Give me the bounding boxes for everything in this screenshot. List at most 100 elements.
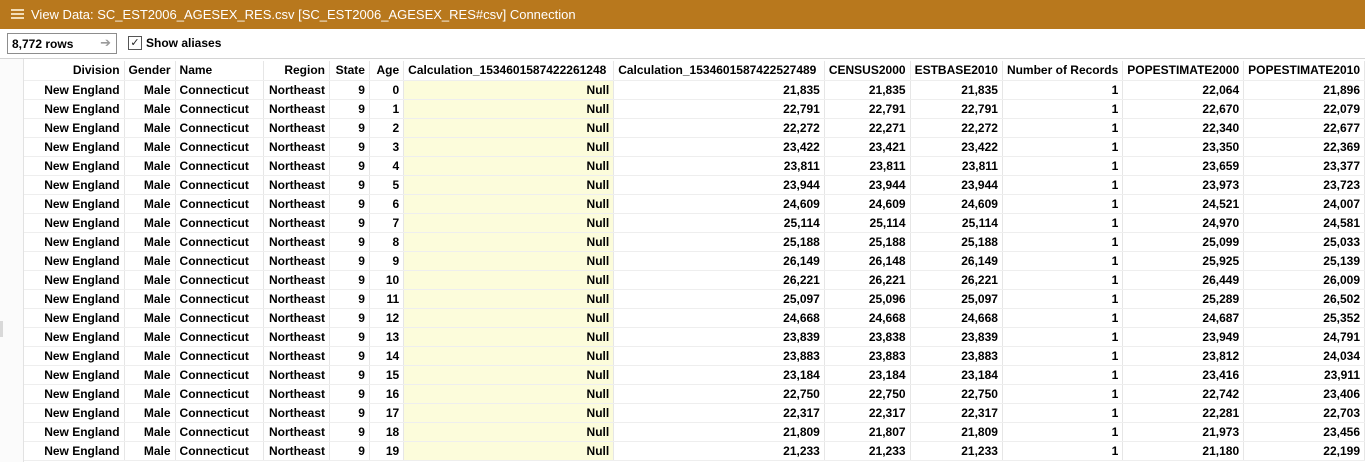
cell-number-of-records[interactable]: 1 bbox=[1002, 403, 1124, 423]
cell-popestimate2000[interactable]: 23,350 bbox=[1122, 137, 1245, 157]
cell-name[interactable]: Connecticut bbox=[175, 156, 265, 176]
cell-calculation-2[interactable]: 23,839 bbox=[613, 327, 825, 347]
cell-division[interactable]: New England bbox=[24, 327, 125, 347]
cell-state[interactable]: 9 bbox=[329, 384, 370, 404]
cell-division[interactable]: New England bbox=[24, 156, 125, 176]
cell-state[interactable]: 9 bbox=[329, 213, 370, 233]
cell-gender[interactable]: Male bbox=[124, 365, 176, 385]
cell-gender[interactable]: Male bbox=[124, 194, 176, 214]
cell-region[interactable]: Northeast bbox=[263, 80, 330, 100]
cell-region[interactable]: Northeast bbox=[263, 118, 330, 138]
cell-region[interactable]: Northeast bbox=[263, 346, 330, 366]
cell-gender[interactable]: Male bbox=[124, 232, 176, 252]
cell-division[interactable]: New England bbox=[24, 270, 125, 290]
table-row[interactable]: New England Male Connecticut Northeast 9 5 Nul… bbox=[24, 175, 1365, 195]
table-row[interactable]: New England Male Connecticut Northeast 9 6 Nul… bbox=[24, 194, 1365, 214]
cell-census2000[interactable]: 23,838 bbox=[824, 327, 911, 347]
cell-age[interactable]: 1 bbox=[369, 99, 405, 119]
cell-calculation-2[interactable]: 23,811 bbox=[613, 156, 825, 176]
cell-state[interactable]: 9 bbox=[329, 441, 370, 461]
cell-age[interactable]: 2 bbox=[369, 118, 405, 138]
cell-estbase2010[interactable]: 22,317 bbox=[910, 403, 1003, 423]
table-row[interactable]: New England Male Connecticut Northeast 9 14 Nu… bbox=[24, 346, 1365, 366]
cell-gender[interactable]: Male bbox=[124, 346, 176, 366]
cell-region[interactable]: Northeast bbox=[263, 232, 330, 252]
column-header-number-of-records[interactable]: Number of Records bbox=[1002, 61, 1124, 81]
cell-estbase2010[interactable]: 21,809 bbox=[910, 422, 1003, 442]
cell-estbase2010[interactable]: 25,114 bbox=[910, 213, 1003, 233]
table-row[interactable]: New England Male Connecticut Northeast 9 15 Nu… bbox=[24, 365, 1365, 385]
cell-division[interactable]: New England bbox=[24, 346, 125, 366]
cell-popestimate2010[interactable]: 22,079 bbox=[1243, 99, 1365, 119]
cell-popestimate2000[interactable]: 24,687 bbox=[1122, 308, 1245, 328]
cell-region[interactable]: Northeast bbox=[263, 327, 330, 347]
cell-popestimate2010[interactable]: 24,791 bbox=[1243, 327, 1365, 347]
cell-gender[interactable]: Male bbox=[124, 289, 176, 309]
cell-popestimate2010[interactable]: 24,007 bbox=[1243, 194, 1365, 214]
cell-popestimate2010[interactable]: 23,406 bbox=[1243, 384, 1365, 404]
cell-number-of-records[interactable]: 1 bbox=[1002, 365, 1124, 385]
table-row[interactable]: New England Male Connecticut Northeast 9 4 Nul… bbox=[24, 156, 1365, 176]
cell-state[interactable]: 9 bbox=[329, 99, 370, 119]
table-row[interactable]: New England Male Connecticut Northeast 9 11 Nu… bbox=[24, 289, 1365, 309]
cell-region[interactable]: Northeast bbox=[263, 99, 330, 119]
cell-estbase2010[interactable]: 26,221 bbox=[910, 270, 1003, 290]
cell-calculation-2[interactable]: 22,272 bbox=[613, 118, 825, 138]
cell-calculation-2[interactable]: 23,422 bbox=[613, 137, 825, 157]
cell-gender[interactable]: Male bbox=[124, 213, 176, 233]
cell-region[interactable]: Northeast bbox=[263, 365, 330, 385]
table-row[interactable]: New England Male Connecticut Northeast 9 0 Nul… bbox=[24, 80, 1365, 100]
cell-name[interactable]: Connecticut bbox=[175, 346, 265, 366]
cell-calculation-1[interactable]: Null bbox=[403, 137, 615, 157]
arrow-right-icon[interactable]: ➔ bbox=[100, 35, 111, 51]
cell-calculation-1[interactable]: Null bbox=[403, 251, 615, 271]
cell-calculation-2[interactable]: 23,883 bbox=[613, 346, 825, 366]
cell-gender[interactable]: Male bbox=[124, 118, 176, 138]
cell-number-of-records[interactable]: 1 bbox=[1002, 270, 1124, 290]
cell-age[interactable]: 0 bbox=[369, 80, 405, 100]
cell-age[interactable]: 12 bbox=[369, 308, 405, 328]
cell-estbase2010[interactable]: 23,811 bbox=[910, 156, 1003, 176]
cell-age[interactable]: 4 bbox=[369, 156, 405, 176]
cell-census2000[interactable]: 23,883 bbox=[824, 346, 911, 366]
cell-estbase2010[interactable]: 23,184 bbox=[910, 365, 1003, 385]
cell-number-of-records[interactable]: 1 bbox=[1002, 289, 1124, 309]
cell-region[interactable]: Northeast bbox=[263, 422, 330, 442]
cell-number-of-records[interactable]: 1 bbox=[1002, 80, 1124, 100]
cell-census2000[interactable]: 23,944 bbox=[824, 175, 911, 195]
cell-number-of-records[interactable]: 1 bbox=[1002, 422, 1124, 442]
cell-calculation-1[interactable]: Null bbox=[403, 80, 615, 100]
cell-number-of-records[interactable]: 1 bbox=[1002, 175, 1124, 195]
cell-popestimate2010[interactable]: 22,199 bbox=[1243, 441, 1365, 461]
table-row[interactable]: New England Male Connecticut Northeast 9 10 Nu… bbox=[24, 270, 1365, 290]
cell-division[interactable]: New England bbox=[24, 194, 125, 214]
table-row[interactable]: New England Male Connecticut Northeast 9 3 Nul… bbox=[24, 137, 1365, 157]
cell-popestimate2000[interactable]: 22,340 bbox=[1122, 118, 1245, 138]
cell-popestimate2000[interactable]: 24,521 bbox=[1122, 194, 1245, 214]
cell-division[interactable]: New England bbox=[24, 80, 125, 100]
cell-age[interactable]: 13 bbox=[369, 327, 405, 347]
cell-region[interactable]: Northeast bbox=[263, 308, 330, 328]
cell-estbase2010[interactable]: 22,791 bbox=[910, 99, 1003, 119]
cell-division[interactable]: New England bbox=[24, 118, 125, 138]
column-header-calculation-1[interactable]: Calculation_1534601587422261248 bbox=[403, 61, 615, 81]
cell-popestimate2000[interactable]: 21,973 bbox=[1122, 422, 1245, 442]
cell-age[interactable]: 15 bbox=[369, 365, 405, 385]
cell-state[interactable]: 9 bbox=[329, 346, 370, 366]
cell-calculation-1[interactable]: Null bbox=[403, 175, 615, 195]
cell-calculation-2[interactable]: 24,609 bbox=[613, 194, 825, 214]
cell-calculation-2[interactable]: 22,791 bbox=[613, 99, 825, 119]
cell-calculation-2[interactable]: 25,097 bbox=[613, 289, 825, 309]
cell-calculation-1[interactable]: Null bbox=[403, 232, 615, 252]
cell-census2000[interactable]: 22,791 bbox=[824, 99, 911, 119]
cell-calculation-2[interactable]: 24,668 bbox=[613, 308, 825, 328]
cell-division[interactable]: New England bbox=[24, 441, 125, 461]
cell-gender[interactable]: Male bbox=[124, 308, 176, 328]
column-header-age[interactable]: Age bbox=[369, 61, 405, 81]
cell-census2000[interactable]: 23,421 bbox=[824, 137, 911, 157]
cell-popestimate2000[interactable]: 21,180 bbox=[1122, 441, 1245, 461]
cell-census2000[interactable]: 26,148 bbox=[824, 251, 911, 271]
cell-popestimate2000[interactable]: 22,742 bbox=[1122, 384, 1245, 404]
table-row[interactable]: New England Male Connecticut Northeast 9 1 Nul… bbox=[24, 99, 1365, 119]
cell-calculation-2[interactable]: 23,184 bbox=[613, 365, 825, 385]
